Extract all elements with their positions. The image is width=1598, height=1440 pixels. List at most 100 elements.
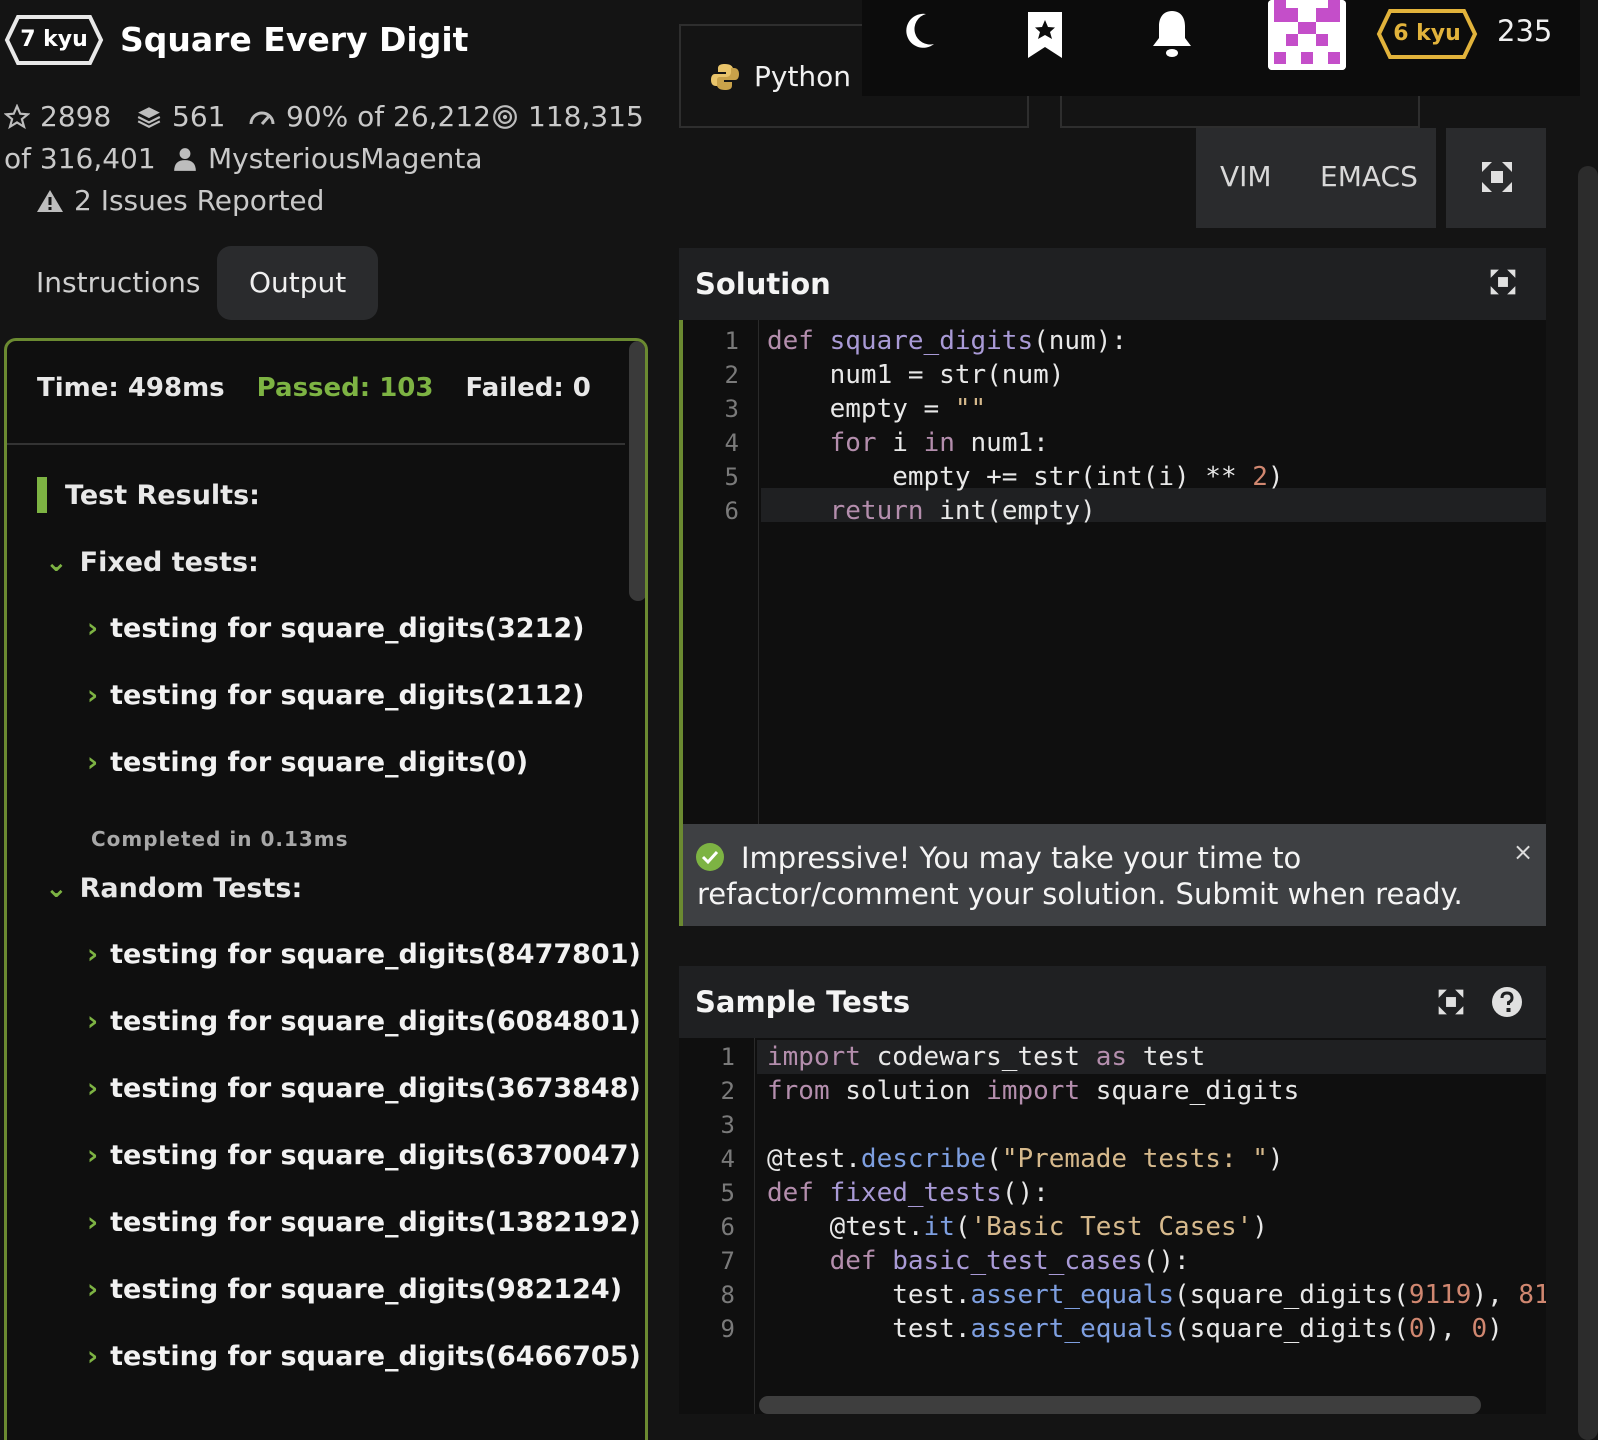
code-line: for i in num1: [829,428,1049,458]
code-line: @test.describe("Premade tests: ") [767,1144,1284,1174]
sample-tests-panel: Sample Tests 1 2 3 4 5 6 7 8 9 import co… [679,966,1546,1414]
line-number: 6 [720,1213,735,1241]
test-row[interactable]: › testing for square_digits(1382192) [87,1207,641,1238]
test-row[interactable]: › testing for square_digits(2112) [87,680,585,711]
fullscreen-button[interactable] [1446,128,1546,228]
issues-link[interactable]: 2 Issues Reported [36,184,324,217]
code-line: def square_digits(num): [767,326,1128,356]
rank-badge[interactable]: 6 kyu [1376,8,1478,60]
close-icon[interactable]: × [1513,838,1533,866]
horizontal-scrollbar[interactable] [759,1396,1481,1414]
banner-message: Impressive! You may take your time to re… [697,840,1487,912]
solution-header: Solution [679,248,1546,320]
expand-icon[interactable] [1489,268,1517,296]
chevron-right-icon: › [87,1073,99,1104]
test-label: testing for square_digits(3673848) [110,1073,641,1104]
star-icon [4,103,30,129]
test-label: testing for square_digits(982124) [110,1274,623,1305]
line-number: 7 [720,1247,735,1275]
output-scrollbar[interactable] [629,341,645,601]
test-row[interactable]: › testing for square_digits(0) [87,747,528,778]
page-scrollbar[interactable] [1578,166,1598,1440]
expand-icon [1482,162,1512,192]
expand-icon[interactable] [1437,988,1465,1016]
output-panel: Time: 498ms Passed: 103 Failed: 0 Test R… [4,338,648,1440]
test-label: testing for square_digits(6466705) [110,1341,641,1372]
test-row[interactable]: › testing for square_digits(6370047) [87,1140,641,1171]
success-banner: Impressive! You may take your time to re… [679,824,1546,926]
group-label: Random Tests: [79,873,303,904]
line-number: 5 [720,1179,735,1207]
target-icon [493,104,517,129]
moon-icon[interactable] [904,10,946,52]
chevron-right-icon: › [87,1006,99,1037]
code-line: empty = "" [767,394,987,424]
code-line: from solution import square_digits [767,1076,1300,1106]
completed-time: Completed in 0.13ms [91,827,349,851]
chevron-down-icon: ⌄ [45,873,68,904]
chevron-right-icon: › [87,1207,99,1238]
help-icon[interactable] [1491,986,1523,1018]
chevron-right-icon: › [87,747,99,778]
group-random-tests[interactable]: ⌄ Random Tests: [45,873,302,904]
collections-count: 561 [172,100,226,133]
test-label: testing for square_digits(6370047) [110,1140,641,1171]
chevron-down-icon: ⌄ [45,547,68,578]
test-row[interactable]: › testing for square_digits(6466705) [87,1341,641,1372]
test-summary: Time: 498ms Passed: 103 Failed: 0 [37,373,591,403]
test-row[interactable]: › testing for square_digits(8477801) [87,939,641,970]
python-icon [711,63,739,90]
code-line: test.assert_equals(square_digits(9119), … [767,1280,1546,1310]
line-number: 1 [724,327,739,355]
satisfaction-stat: 90% of 26,212 [248,100,491,133]
stack-icon [137,106,161,128]
chevron-right-icon: › [87,1140,99,1171]
code-line: def fixed_tests(): [767,1178,1049,1208]
stars-stat[interactable]: 2898 [4,100,111,133]
kyu-badge: 7 kyu [20,27,88,52]
language-label: Python [754,60,852,93]
emacs-mode-button[interactable]: EMACS [1320,160,1418,193]
test-row[interactable]: › testing for square_digits(6084801) [87,1006,641,1037]
failed-label: Failed: 0 [465,373,591,403]
sample-tests-editor[interactable]: 1 2 3 4 5 6 7 8 9 import codewars_test a… [679,1038,1546,1414]
issues-count: 2 Issues Reported [74,184,325,217]
chevron-right-icon: › [87,613,99,644]
kata-title: Square Every Digit [120,20,469,59]
test-label: testing for square_digits(3212) [110,613,585,644]
satisfaction-rating: 90% of 26,212 [286,100,491,133]
group-fixed-tests[interactable]: ⌄ Fixed tests: [45,547,259,578]
pass-indicator-bar [37,477,47,513]
completions-count: 118,315 [528,100,644,133]
line-number: 3 [724,395,739,423]
line-number: 8 [720,1281,735,1309]
sample-tests-header: Sample Tests [679,966,1546,1038]
code-line: def basic_test_cases(): [829,1246,1190,1276]
tab-instructions[interactable]: Instructions [4,246,232,320]
code-line: test.assert_equals(square_digits(0), 0) [767,1314,1503,1344]
test-row[interactable]: › testing for square_digits(3212) [87,613,585,644]
vim-mode-button[interactable]: VIM [1220,160,1272,193]
solution-panel: Solution 1 2 3 4 5 6 def square_digits(n… [679,248,1546,926]
line-number: 3 [720,1111,735,1139]
avatar[interactable] [1268,0,1346,70]
honor-score: 235 [1497,14,1553,48]
author-link[interactable]: MysteriousMagenta [172,142,482,175]
code-line: empty += str(int(i) ** 2) [767,462,1284,492]
line-number: 9 [720,1315,735,1343]
bookmark-star-icon[interactable] [1026,10,1064,60]
chevron-right-icon: › [87,1341,99,1372]
tab-output[interactable]: Output [217,246,379,320]
test-row[interactable]: › testing for square_digits(3673848) [87,1073,641,1104]
language-select[interactable]: Python [710,60,851,93]
test-row[interactable]: › testing for square_digits(982124) [87,1274,622,1305]
test-label: testing for square_digits(1382192) [110,1207,641,1238]
collections-stat: 561 [136,100,225,133]
chevron-right-icon: › [87,939,99,970]
gauge-icon [249,111,275,125]
code-line: num1 = str(num) [767,360,1065,390]
bell-icon[interactable] [1150,8,1194,60]
time-label: Time: 498ms [37,373,225,403]
attempts-count: of 316,401 [4,142,156,175]
line-number: 4 [724,429,739,457]
